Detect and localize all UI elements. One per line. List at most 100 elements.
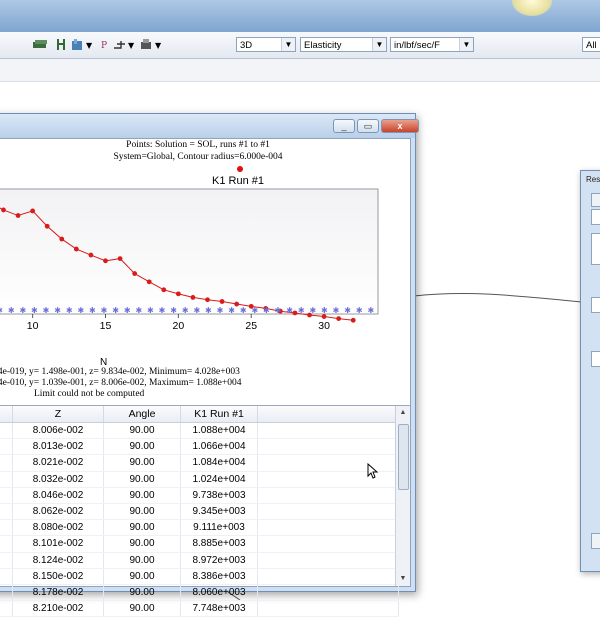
- line-chart: 10 15 20 25 30 ✱ ✱ ✱ ✱ ✱ ✱ ✱ ✱ ✱ ✱ ✱ ✱ ✱ ✱ ✱ ✱ ✱ ✱ ✱ ✱ ✱ ✱ ✱ ✱ ✱ ✱ ✱ ✱ ✱…: [0, 188, 379, 368]
- cell-z: 8.021e-002: [12, 454, 104, 472]
- cell-filler: [257, 422, 399, 440]
- results-table-area: Z Angle K1 Run #1 .8.006e-00290.001.088e…: [0, 405, 410, 617]
- axis-marker: ✱: [367, 306, 374, 315]
- data-point: [161, 287, 167, 293]
- scroll-down-icon[interactable]: ▼: [396, 572, 410, 586]
- axis-marker: ✱: [170, 306, 177, 315]
- mouse-pointer-icon: [367, 463, 379, 479]
- side-panel-field-2[interactable]: [591, 297, 600, 313]
- data-point: [103, 258, 108, 264]
- data-point: [205, 297, 210, 303]
- table-row[interactable]: .8.006e-00290.001.088e+004: [0, 422, 399, 440]
- data-point: [88, 252, 94, 258]
- scroll-up-icon[interactable]: ▲: [396, 406, 410, 420]
- minimize-button[interactable]: _: [333, 119, 355, 133]
- table-row[interactable]: .8.210e-00290.007.748e+003: [0, 600, 399, 617]
- cell-filler: [257, 535, 399, 553]
- cell-filler: [257, 600, 399, 617]
- column-header-k1[interactable]: K1 Run #1: [180, 406, 258, 423]
- cell-k1: 1.024e+004: [180, 471, 258, 488]
- row-marker: .: [0, 568, 13, 585]
- cell-k1: 1.088e+004: [180, 422, 258, 440]
- side-panel-field-3[interactable]: [591, 351, 600, 367]
- cell-z: 8.178e-002: [12, 584, 104, 602]
- table-row[interactable]: .8.021e-00290.001.084e+004: [0, 454, 399, 472]
- table-row[interactable]: .8.178e-00290.008.060e+003: [0, 584, 399, 602]
- cell-filler: [257, 519, 399, 537]
- cell-angle: 90.00: [103, 600, 181, 617]
- axis-marker: ✱: [89, 306, 96, 315]
- axis-marker: ✱: [135, 306, 142, 315]
- row-marker: .: [0, 552, 13, 569]
- cell-k1: 9.345e+003: [180, 503, 258, 521]
- data-point: [175, 291, 181, 297]
- cell-filler: [257, 568, 399, 585]
- table-row[interactable]: .8.101e-00290.008.885e+003: [0, 535, 399, 553]
- axis-marker: ✱: [333, 306, 340, 315]
- stats-block: .014e-019, y= 1.498e-001, z= 9.834e-002,…: [0, 367, 410, 400]
- axis-marker: ✱: [66, 306, 73, 315]
- axis-marker: ✱: [182, 306, 189, 315]
- data-point: [350, 317, 356, 323]
- side-panel-tab[interactable]: [591, 193, 600, 207]
- axis-marker: ✱: [251, 306, 258, 315]
- results-side-panel: Res: [580, 170, 600, 572]
- stats-line-1: .014e-019, y= 1.498e-001, z= 9.834e-002,…: [0, 367, 240, 377]
- cell-z: 8.080e-002: [12, 519, 104, 537]
- axis-marker: ✱: [263, 306, 270, 315]
- cell-z: 8.013e-002: [12, 438, 104, 456]
- table-header-row: Z Angle K1 Run #1: [0, 406, 399, 423]
- table-row[interactable]: .8.150e-00290.008.386e+003: [0, 568, 399, 585]
- row-marker: .: [0, 600, 13, 617]
- cell-angle: 90.00: [103, 535, 181, 553]
- axis-marker: ✱: [0, 306, 3, 315]
- axis-marker: ✱: [159, 306, 166, 315]
- results-table: Z Angle K1 Run #1 .8.006e-00290.001.088e…: [0, 406, 399, 617]
- results-window: _ ▭ x Points: Solution = SOL, runs #1 to…: [0, 113, 419, 617]
- vertical-scrollbar[interactable]: ▲ ▼: [395, 406, 410, 586]
- side-panel-field[interactable]: [591, 209, 600, 225]
- table-row[interactable]: .8.013e-00290.001.066e+004: [0, 438, 399, 456]
- table-row[interactable]: .8.032e-00290.001.024e+004: [0, 471, 399, 488]
- x-tick-label: 15: [100, 320, 112, 332]
- table-row[interactable]: .8.062e-00290.009.345e+003: [0, 503, 399, 521]
- scrollbar-thumb[interactable]: [398, 424, 409, 490]
- close-button[interactable]: x: [381, 119, 419, 133]
- table-row[interactable]: .8.124e-00290.008.972e+003: [0, 552, 399, 569]
- cell-angle: 90.00: [103, 471, 181, 488]
- cell-k1: 7.748e+003: [180, 600, 258, 617]
- cell-k1: 1.066e+004: [180, 438, 258, 456]
- cell-z: 8.006e-002: [12, 422, 104, 440]
- data-point: [59, 236, 65, 242]
- column-header-angle[interactable]: Angle: [103, 406, 181, 423]
- column-header-blank[interactable]: [0, 406, 13, 423]
- row-marker: .: [0, 519, 13, 537]
- cell-angle: 90.00: [103, 454, 181, 472]
- table-row[interactable]: .8.080e-00290.009.111e+003: [0, 519, 399, 537]
- axis-marker: ✱: [356, 306, 363, 315]
- x-tick-label: 25: [245, 320, 257, 332]
- cell-angle: 90.00: [103, 568, 181, 585]
- axis-marker: ✱: [298, 306, 305, 315]
- cell-filler: [257, 552, 399, 569]
- axis-marker: ✱: [101, 306, 108, 315]
- restore-button[interactable]: ▭: [357, 119, 379, 133]
- side-panel-button[interactable]: [591, 533, 600, 549]
- cell-z: 8.150e-002: [12, 568, 104, 585]
- axis-marker: ✱: [321, 306, 328, 315]
- column-header-z[interactable]: Z: [12, 406, 104, 423]
- x-axis: 10 15 20 25 30: [27, 314, 330, 332]
- axis-marker: ✱: [228, 306, 235, 315]
- side-panel-list[interactable]: [591, 233, 600, 265]
- x-tick-label: 20: [173, 320, 185, 332]
- data-point: [73, 246, 79, 252]
- cell-angle: 90.00: [103, 438, 181, 456]
- table-row[interactable]: .8.046e-00290.009.738e+003: [0, 487, 399, 504]
- axis-marker: ✱: [43, 306, 50, 315]
- x-tick-label: 10: [27, 320, 39, 332]
- stats-line-2: .074e-010, y= 1.039e-001, z= 8.006e-002,…: [0, 378, 242, 388]
- cell-angle: 90.00: [103, 552, 181, 569]
- axis-marker: ✱: [217, 306, 224, 315]
- results-title-bar[interactable]: _ ▭ x: [0, 114, 419, 138]
- axis-marker: ✱: [344, 306, 351, 315]
